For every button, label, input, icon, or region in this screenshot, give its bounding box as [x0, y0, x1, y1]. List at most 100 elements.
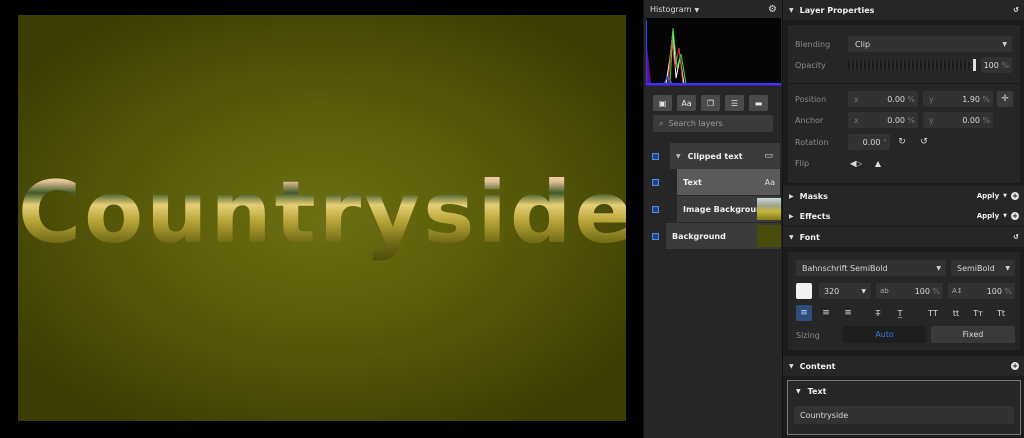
chevron-down-icon[interactable]: ▼: [1003, 213, 1007, 219]
section-title: Effects: [799, 211, 831, 221]
duplicate-icon[interactable]: ❐: [701, 95, 720, 111]
sizing-fixed-button[interactable]: Fixed: [931, 326, 1015, 343]
align-left-icon[interactable]: ≡: [796, 305, 812, 321]
layer-row-clipped-text[interactable]: ▼ Clipped text ▭: [644, 143, 783, 169]
value: 0.00: [887, 94, 905, 104]
title-case-button[interactable]: Tt: [993, 305, 1009, 321]
canvas-headline[interactable]: Countryside: [18, 163, 633, 263]
histogram-curves: [646, 20, 781, 86]
artboard[interactable]: Countryside: [18, 15, 633, 421]
apply-button[interactable]: Apply: [977, 192, 999, 200]
chevron-down-icon[interactable]: ▼: [789, 363, 794, 370]
align-right-icon[interactable]: ≡: [840, 305, 856, 321]
section-title: Content: [799, 361, 836, 371]
histogram-header[interactable]: Histogram ▼ ⚙: [644, 0, 782, 18]
underline-icon[interactable]: T̲: [892, 305, 908, 321]
add-text-button[interactable]: Aa: [677, 95, 696, 111]
text-color-swatch[interactable]: [796, 283, 812, 299]
unit: %: [982, 94, 990, 104]
anchor-y-input[interactable]: y 0.00%: [923, 112, 993, 128]
position-x-input[interactable]: x 0.00%: [848, 91, 918, 107]
text-subsection-header[interactable]: ▼ Text: [796, 387, 826, 396]
anchor-x-input[interactable]: x 0.00%: [848, 112, 918, 128]
effects-header[interactable]: ▶ Effects Apply ▼ +: [783, 206, 1024, 226]
axis-label: x: [854, 115, 859, 125]
visibility-toggle-icon[interactable]: [652, 232, 659, 240]
app-window: Countryside Histogram ▼ ⚙ ▣ Aa ❐ ☰ ▬ ⌕ Se…: [0, 0, 1024, 438]
flip-horizontal-icon[interactable]: ◀▷: [848, 155, 864, 171]
canvas-stage: Countryside: [0, 0, 643, 438]
add-image-icon[interactable]: ▣: [653, 95, 672, 111]
add-icon[interactable]: +: [1011, 212, 1019, 220]
unit: %: [932, 286, 940, 296]
flip-vertical-icon[interactable]: ▲: [870, 155, 886, 171]
tracking-icon: ab: [880, 287, 889, 295]
sliders-icon[interactable]: ☰: [725, 95, 744, 111]
visibility-toggle-icon[interactable]: [652, 152, 659, 160]
rotate-ccw-icon[interactable]: ↺: [916, 134, 932, 150]
reset-icon[interactable]: ↺: [1013, 6, 1019, 14]
flip-label: Flip: [795, 159, 810, 168]
masks-header[interactable]: ▶ Masks Apply ▼ +: [783, 186, 1024, 206]
font-box: Bahnschrift SemiBold ▼ SemiBold ▼ 320 ▼ ab 1…: [787, 251, 1021, 351]
layer-row-background[interactable]: Background: [644, 223, 783, 249]
rotate-cw-icon[interactable]: ↻: [894, 134, 910, 150]
uppercase-button[interactable]: TT: [925, 305, 941, 321]
chevron-down-icon[interactable]: ▼: [796, 388, 801, 395]
chevron-down-icon[interactable]: ▼: [676, 153, 681, 160]
subsection-title: Text: [807, 387, 827, 396]
folder-icon[interactable]: ▬: [749, 95, 768, 111]
sizing-label: Sizing: [796, 331, 820, 340]
font-family-select[interactable]: Bahnschrift SemiBold ▼: [796, 260, 946, 276]
gear-icon[interactable]: ⚙: [768, 4, 777, 15]
axis-label: x: [854, 94, 859, 104]
tracking-input[interactable]: ab 100%: [876, 283, 943, 299]
blending-select[interactable]: Clip ▼: [848, 36, 1012, 52]
layer-row-image-background[interactable]: Image Background: [644, 196, 783, 222]
content-text-input[interactable]: Countryside: [794, 406, 1014, 424]
font-header[interactable]: ▼ Font ↺: [783, 227, 1024, 247]
content-text-box: ▼ Text Countryside: [787, 380, 1021, 435]
search-layers-input[interactable]: ⌕ Search layers: [653, 115, 773, 132]
unit: %: [907, 94, 915, 104]
reset-icon[interactable]: ↺: [1013, 233, 1019, 241]
content-header[interactable]: ▼ Content +: [783, 356, 1024, 376]
opacity-slider[interactable]: [848, 59, 976, 71]
slider-handle[interactable]: [973, 59, 976, 71]
chevron-right-icon[interactable]: ▶: [789, 213, 794, 220]
opacity-input[interactable]: 100 %: [981, 57, 1012, 73]
properties-panel: ▼ Layer Properties ↺ Blending Clip ▼ Opaci…: [782, 0, 1024, 438]
layer-properties-header[interactable]: ▼ Layer Properties ↺: [783, 0, 1024, 20]
chevron-right-icon[interactable]: ▶: [789, 193, 794, 200]
chevron-down-icon[interactable]: ▼: [789, 234, 794, 241]
chevron-down-icon[interactable]: ▼: [789, 7, 794, 14]
layer-row-text[interactable]: Text Aa: [644, 169, 783, 195]
crosshair-icon[interactable]: ✛: [997, 91, 1013, 107]
small-caps-button[interactable]: Tт: [970, 305, 986, 321]
align-center-icon[interactable]: ≡: [818, 305, 834, 321]
layer-name: Background: [672, 231, 726, 241]
unit: %: [1001, 60, 1009, 70]
font-size-select[interactable]: 320 ▼: [819, 283, 871, 299]
visibility-toggle-icon[interactable]: [652, 178, 659, 186]
rotation-input[interactable]: 0.00 °: [848, 134, 890, 150]
blending-label: Blending: [795, 40, 831, 49]
lowercase-button[interactable]: tt: [948, 305, 964, 321]
visibility-toggle-icon[interactable]: [652, 205, 659, 213]
strikethrough-icon[interactable]: T̶: [870, 305, 886, 321]
apply-button[interactable]: Apply: [977, 212, 999, 220]
add-icon[interactable]: +: [1011, 362, 1019, 370]
chevron-down-icon[interactable]: ▼: [695, 7, 700, 14]
font-weight-select[interactable]: SemiBold ▼: [951, 260, 1015, 276]
search-placeholder: Search layers: [668, 119, 723, 128]
chevron-down-icon[interactable]: ▼: [1003, 193, 1007, 199]
text-value: Countryside: [800, 410, 849, 420]
search-icon: ⌕: [659, 118, 664, 128]
value: 1.90: [962, 94, 980, 104]
sizing-auto-button[interactable]: Auto: [843, 326, 926, 343]
position-y-input[interactable]: y 1.90%: [923, 91, 993, 107]
line-height-icon: A↕: [952, 287, 963, 295]
layer-properties-box: Blending Clip ▼ Opacity 100 % Position x 0…: [787, 24, 1021, 184]
line-height-input[interactable]: A↕ 100%: [948, 283, 1015, 299]
add-icon[interactable]: +: [1011, 192, 1019, 200]
